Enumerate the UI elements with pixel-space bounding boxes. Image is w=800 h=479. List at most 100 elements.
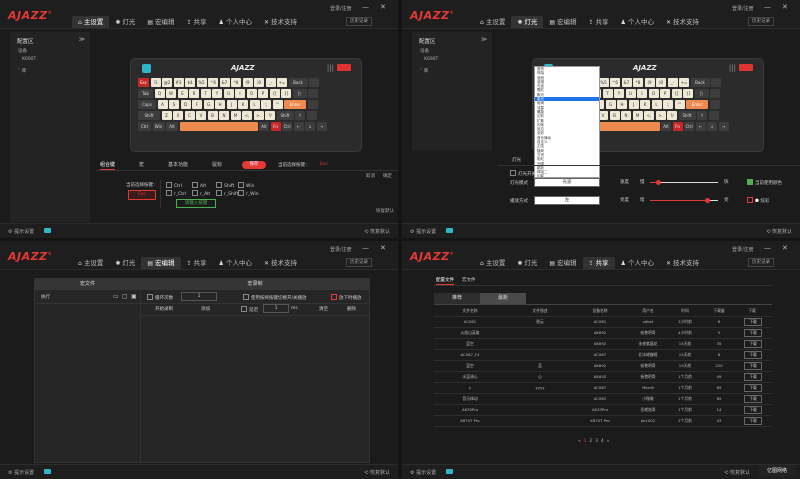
page-4[interactable]: 4 [601,439,604,444]
key[interactable]: )0 [254,78,264,87]
key[interactable]: → [316,122,327,131]
delete-button[interactable]: 删除 [347,306,356,312]
mod-shift[interactable]: Shift [216,182,234,189]
key[interactable]: ← [293,122,304,131]
loop-checkbox[interactable]: 循环次数 [147,294,173,301]
tab-share[interactable]: ⇪ 共享 [181,257,213,269]
key[interactable]: O [648,89,659,98]
key[interactable]: Enter [284,100,306,109]
key[interactable]: J [628,100,639,109]
minimize-button[interactable]: — [362,3,369,11]
collapse-icon[interactable]: ≫ [481,36,487,43]
save-button[interactable]: 保存 [242,161,266,169]
key[interactable]: |\ [292,89,307,98]
key[interactable]: #3 [173,78,184,87]
mod-alt[interactable]: Alt [192,182,206,189]
key[interactable]: V [196,111,206,120]
key[interactable]: Z [161,111,172,120]
key[interactable]: ^6 [610,78,620,87]
key[interactable]: C [184,111,195,120]
key[interactable]: Ctrl [684,122,694,131]
mod-r-shift[interactable]: r_Shift [216,190,238,197]
key[interactable]: Tab [138,89,153,98]
key[interactable]: L [651,100,662,109]
key[interactable]: T [200,89,211,98]
key[interactable]: _- [667,78,678,87]
tab-config-files[interactable]: 配置文件 [436,277,454,285]
tab-latest[interactable]: 最新 [480,293,526,304]
key[interactable]: O [246,89,257,98]
page-prev[interactable]: « [578,439,581,444]
download-button[interactable]: 下载 [744,373,762,381]
key[interactable]: M [230,111,241,120]
key[interactable]: K [640,100,650,109]
tab-main-settings[interactable]: ⌂ 主设置 [72,16,110,28]
confirm-button[interactable]: 确定 [383,173,392,179]
key[interactable]: G [605,100,616,109]
custom-color[interactable]: ● 炫彩 [747,197,769,204]
login-link[interactable]: 登录/注册 [330,5,352,12]
tab-macro[interactable]: ▤ 宏编辑 [543,16,582,28]
tips-settings[interactable]: ⚙ 提示设置 [8,469,34,476]
key[interactable]: &7 [621,78,632,87]
download-button[interactable]: 下载 [744,340,762,348]
page-next[interactable]: » [607,439,610,444]
key[interactable]: %5 [196,78,207,87]
mod-r-alt[interactable]: r_Alt [192,190,210,197]
key[interactable]: ↑ [295,111,305,120]
subtab-combo[interactable]: 组合键 [100,161,116,170]
clear-button[interactable]: 清空 [319,306,328,312]
key[interactable]: Shift [138,111,160,120]
key[interactable]: $4 [185,78,195,87]
key[interactable]: H [215,100,225,109]
key[interactable]: L [249,100,260,109]
subtab-basic[interactable]: 基本功能 [168,161,188,170]
key[interactable]: >. [253,111,264,120]
tab-lighting[interactable]: ✺ 灯光 [511,16,544,28]
key[interactable] [708,111,719,120]
tab-lighting[interactable]: ✺ 灯光 [511,257,543,269]
key[interactable]: F [192,100,202,109]
page-3[interactable]: 3 [595,439,598,444]
mod-r-win[interactable]: r_Win [238,190,259,197]
key[interactable]: Fn [270,122,281,131]
key[interactable]: U [223,89,234,98]
key[interactable]: R [189,89,199,98]
page-2[interactable]: 2 [589,439,592,444]
key[interactable]: Alt [661,122,671,131]
key[interactable]: Ctrl [282,122,292,131]
key[interactable]: B [207,111,218,120]
folder-icon[interactable]: ▢ [122,293,128,300]
key[interactable]: Back [690,78,710,87]
tab-lighting[interactable]: ✺ 灯光 [109,257,141,269]
tips-settings[interactable]: ⚙ 提示设置 [410,228,436,235]
download-button[interactable]: 下载 [744,395,762,403]
key[interactable]: >. [655,111,666,120]
key[interactable]: *8 [231,78,241,87]
tab-share[interactable]: ⇪ 共享 [582,257,615,269]
minimize-button[interactable]: — [764,3,771,11]
close-button[interactable]: ✕ [380,244,386,252]
key[interactable]: "' [674,100,685,109]
key[interactable]: += [277,78,287,87]
close-button[interactable]: ✕ [782,244,788,252]
input-key-button[interactable]: 请输入按键 [176,199,216,208]
key[interactable] [711,78,721,87]
key[interactable]: I [637,89,647,98]
knob[interactable] [142,64,151,73]
key[interactable]: Y [212,89,222,98]
key[interactable] [307,100,318,109]
tab-user-center[interactable]: ♟ 个人中心 [213,16,258,28]
key[interactable]: M [632,111,643,120]
key[interactable]: Fn [672,122,683,131]
key[interactable] [306,111,317,120]
subtab-mouse[interactable]: 鼠标 [212,161,222,170]
key[interactable]: ↓ [707,122,717,131]
key[interactable]: Alt [259,122,269,131]
key[interactable]: Enter [686,100,708,109]
key[interactable]: → [718,122,729,131]
tab-recommended[interactable]: 推荐 [434,293,480,304]
tips-toggle[interactable] [446,228,453,233]
key[interactable]: Esc [138,78,149,87]
key[interactable]: ?/ [265,111,275,120]
